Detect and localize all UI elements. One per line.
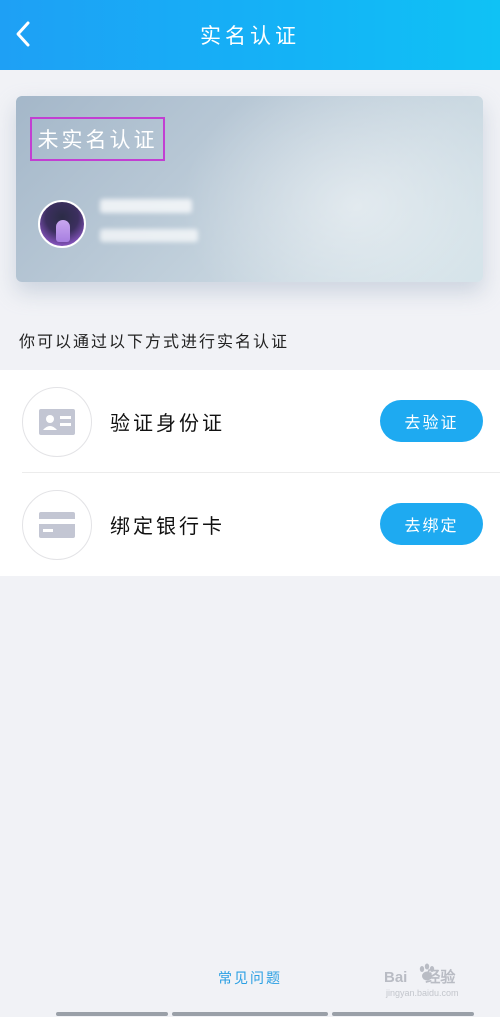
- option-label-id-card: 验证身份证: [110, 411, 225, 435]
- top-header: 实名认证: [0, 0, 500, 70]
- indicator-segment: [172, 1012, 328, 1016]
- user-avatar: [38, 200, 86, 248]
- real-name-auth-page: 实名认证 未实名认证 你可以通过以下方式进行实名认证 验证身份证 去验证 绑定银…: [0, 0, 500, 1017]
- page-title: 实名认证: [200, 24, 300, 48]
- bank-card-icon: [22, 490, 92, 560]
- verification-status-card: 未实名认证: [16, 96, 483, 282]
- verify-id-button[interactable]: 去验证: [380, 400, 483, 442]
- avatar-figure: [56, 220, 70, 242]
- option-label-bank-card: 绑定银行卡: [110, 514, 225, 538]
- paw-icon: [419, 963, 435, 981]
- watermark-url: jingyan.baidu.com: [386, 988, 459, 998]
- blurred-account-id: [100, 229, 198, 242]
- bind-bank-card-button[interactable]: 去绑定: [380, 503, 483, 545]
- option-id-card: 验证身份证 去验证: [0, 370, 500, 473]
- verification-options-list: 验证身份证 去验证 绑定银行卡 去绑定: [0, 370, 500, 576]
- id-card-icon: [22, 387, 92, 457]
- instruction-text: 你可以通过以下方式进行实名认证: [19, 332, 290, 351]
- bottom-home-indicator: [0, 1012, 500, 1017]
- option-bank-card: 绑定银行卡 去绑定: [0, 473, 500, 576]
- baidu-jingyan-watermark: Bai 经验 jingyan.baidu.com: [384, 963, 494, 1006]
- card-background-glow: [166, 96, 483, 282]
- blurred-username: [100, 199, 192, 213]
- indicator-segment: [332, 1012, 474, 1016]
- status-label: 未实名认证: [30, 117, 165, 161]
- indicator-segment: [56, 1012, 168, 1016]
